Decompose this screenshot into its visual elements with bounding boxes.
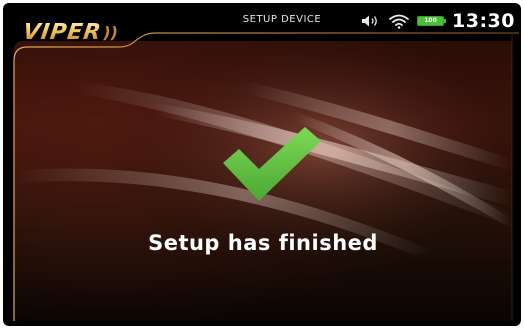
wifi-icon [389,14,409,29]
speaker-icon [361,14,381,28]
clock: 13:30 [452,10,515,32]
battery-level: 100 [424,17,437,24]
battery-icon: 100 [417,16,447,26]
device-screen: Setup has finished VIPER )) SETUP DEVICE [3,3,521,326]
brand-name: VIPER [21,19,104,45]
content-panel: Setup has finished [14,41,512,321]
setup-finished-message: Setup has finished [148,231,378,255]
brand-logo: VIPER )) [21,17,118,47]
brand-signal-mark-icon: )) [103,22,118,42]
status-icons: 100 13:30 [361,10,515,32]
checkmark-icon [223,127,321,201]
screen-title: SETUP DEVICE [242,14,322,25]
status-bar: VIPER )) SETUP DEVICE 100 13:30 [3,3,521,45]
